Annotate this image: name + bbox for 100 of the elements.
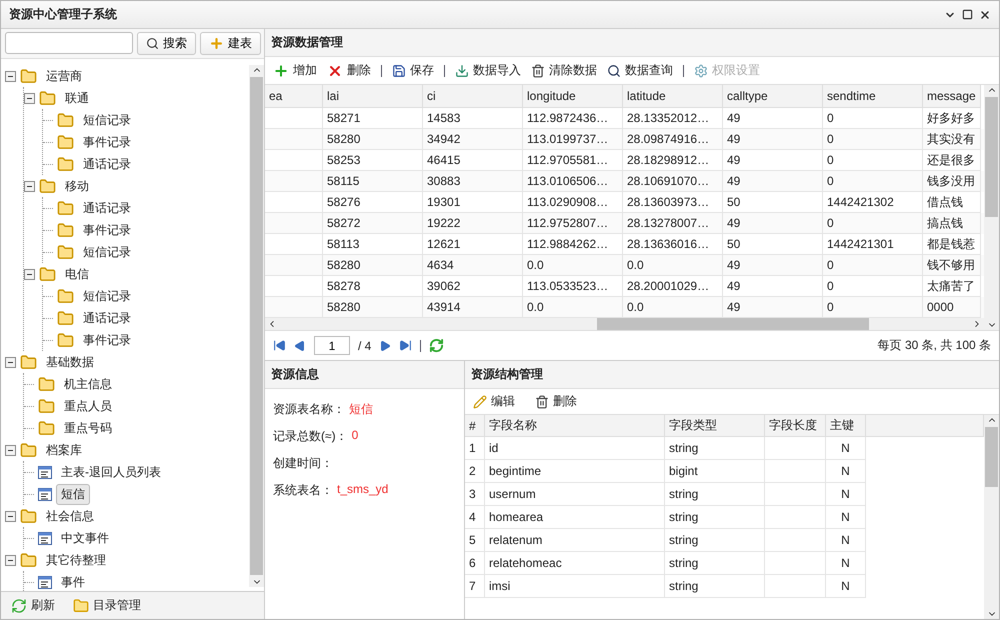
folder-icon xyxy=(57,134,74,150)
tree-item[interactable]: 短信记录 xyxy=(78,110,136,130)
tree-item[interactable]: 重点人员 xyxy=(59,396,117,416)
tree-item[interactable]: 短信记录 xyxy=(78,286,136,306)
horizontal-scrollbar[interactable] xyxy=(265,318,984,330)
toolbar-button[interactable]: 删除 xyxy=(535,393,577,410)
column-header[interactable]: 字段类型 xyxy=(665,415,765,437)
collapse-icon[interactable] xyxy=(5,554,16,566)
table-icon xyxy=(38,488,52,500)
scrollbar-thumb[interactable] xyxy=(985,97,998,217)
column-header[interactable]: # xyxy=(465,415,485,437)
tree-item[interactable]: 短信记录 xyxy=(78,242,136,262)
scrollbar[interactable] xyxy=(249,65,264,587)
tree-item[interactable]: 通话记录 xyxy=(78,154,136,174)
field-label: 资源表名称： xyxy=(273,401,345,418)
directory-button[interactable]: 目录管理 xyxy=(73,597,141,614)
folder-icon xyxy=(38,376,55,392)
refresh-button[interactable]: 刷新 xyxy=(11,597,55,614)
tree-item[interactable]: 机主信息 xyxy=(59,374,117,394)
refresh-icon xyxy=(11,598,27,614)
folder-icon xyxy=(57,332,74,348)
last-page-icon[interactable] xyxy=(399,339,412,352)
collapse-icon[interactable] xyxy=(5,70,16,82)
tree-item[interactable]: 重点号码 xyxy=(59,418,117,438)
page-total: / 4 xyxy=(358,338,372,352)
toolbar-button[interactable]: 保存 xyxy=(392,62,434,79)
tree-item[interactable]: 中文事件 xyxy=(56,528,114,548)
collapse-icon[interactable] xyxy=(5,510,16,522)
settings-icon xyxy=(694,64,708,78)
toolbar-button[interactable]: 数据查询 xyxy=(607,62,673,79)
scrollbar[interactable] xyxy=(984,85,999,330)
table-cell: imsi xyxy=(485,575,665,598)
folder-icon xyxy=(57,288,74,304)
column-header[interactable]: calltype xyxy=(723,85,823,108)
close-icon[interactable] xyxy=(979,8,991,20)
table-icon xyxy=(38,532,52,544)
tree-item[interactable]: 短信 xyxy=(56,484,90,504)
scrollbar-thumb[interactable] xyxy=(597,318,869,330)
table-cell: string xyxy=(665,575,765,598)
page-field[interactable]: 1 xyxy=(314,336,350,355)
column-header[interactable]: 字段名称 xyxy=(485,415,665,437)
column-header[interactable]: latitude xyxy=(623,85,723,108)
tree-item[interactable]: 通话记录 xyxy=(78,198,136,218)
folder-icon xyxy=(57,156,74,172)
search-icon xyxy=(607,64,621,78)
collapse-icon[interactable] xyxy=(24,92,35,104)
maximize-icon[interactable] xyxy=(962,8,973,20)
tree-item[interactable]: 联通 xyxy=(60,88,94,108)
tree-item[interactable]: 其它待整理 xyxy=(41,550,111,570)
collapse-icon[interactable] xyxy=(24,180,35,192)
tree-item[interactable]: 档案库 xyxy=(41,440,87,460)
field-label: 创建时间： xyxy=(273,455,333,472)
scrollbar-thumb[interactable] xyxy=(250,77,263,575)
first-page-icon[interactable] xyxy=(273,339,286,352)
pencil-icon xyxy=(473,394,487,408)
tree-item[interactable]: 主表-退回人员列表 xyxy=(56,462,166,482)
folder-icon xyxy=(57,310,74,326)
trash-icon xyxy=(535,394,549,408)
folder-icon xyxy=(38,398,55,414)
field-label: 记录总数(≈)： xyxy=(273,428,348,445)
toolbar-button[interactable]: 增加 xyxy=(273,62,317,79)
column-header[interactable]: sendtime xyxy=(823,85,923,108)
collapse-icon[interactable] xyxy=(5,356,16,368)
tree-item[interactable]: 通话记录 xyxy=(78,308,136,328)
next-page-icon[interactable] xyxy=(379,340,392,352)
collapse-icon[interactable] xyxy=(5,444,16,456)
create-table-button[interactable]: 建表 xyxy=(200,32,261,55)
tree-item[interactable]: 基础数据 xyxy=(41,352,99,372)
tree-item[interactable]: 移动 xyxy=(60,176,94,196)
tree-item[interactable]: 事件记录 xyxy=(78,330,136,350)
column-header[interactable]: 字段长度 xyxy=(765,415,826,437)
column-header[interactable]: ea xyxy=(265,85,323,108)
save-icon xyxy=(392,64,406,78)
refresh-icon[interactable] xyxy=(429,338,444,353)
toolbar-button[interactable]: 删除 xyxy=(327,62,371,79)
table-cell: N xyxy=(826,575,866,598)
search-button[interactable]: 搜索 xyxy=(137,32,196,55)
folder-icon xyxy=(20,354,37,370)
folder-icon xyxy=(38,420,55,436)
column-header[interactable]: longitude xyxy=(523,85,623,108)
tree-item[interactable]: 社会信息 xyxy=(41,506,99,526)
column-header[interactable]: 主键 xyxy=(826,415,866,437)
scrollbar[interactable] xyxy=(984,415,999,619)
column-header[interactable]: message xyxy=(923,85,981,108)
plus-icon xyxy=(209,36,224,51)
tree-item[interactable]: 运营商 xyxy=(41,66,87,86)
previous-page-icon[interactable] xyxy=(294,340,306,352)
column-header[interactable]: ci xyxy=(423,85,523,108)
collapse-icon[interactable] xyxy=(24,268,35,280)
folder-icon xyxy=(39,178,56,194)
search-field[interactable] xyxy=(5,32,133,54)
toolbar-button[interactable]: 清除数据 xyxy=(531,62,597,79)
toolbar-button[interactable]: 编辑 xyxy=(473,393,515,410)
tree-item[interactable]: 事件记录 xyxy=(78,220,136,240)
tree-item[interactable]: 电信 xyxy=(60,264,94,284)
tree-item[interactable]: 事件 xyxy=(56,572,90,592)
toolbar-button[interactable]: 数据导入 xyxy=(455,62,521,79)
scrollbar-thumb[interactable] xyxy=(985,427,998,487)
column-header[interactable]: lai xyxy=(323,85,423,108)
tree-item[interactable]: 事件记录 xyxy=(78,132,136,152)
